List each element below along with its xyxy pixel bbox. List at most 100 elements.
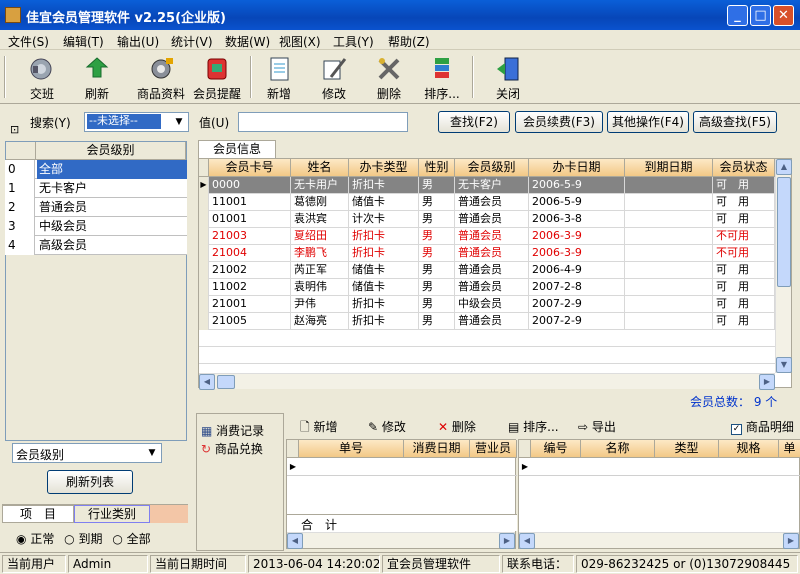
search-row: ⊡ 搜索(Y) --未选择-- ▼ 值(U) 查找(F2) 会员续费(F3) 其… (0, 105, 800, 139)
column-header[interactable]: 规格 (719, 440, 779, 458)
column-header[interactable]: 会员状态 (713, 159, 775, 177)
table-row[interactable]: 21003 夏绍田 折扣卡男普通会员 2006-3-9 不可用 (199, 228, 775, 245)
scroll-thumb[interactable] (217, 375, 235, 389)
menu-view[interactable]: 视图(X) (279, 33, 321, 50)
table-row[interactable]: 21005 赵海亮 折扣卡男普通会员 2007-2-9 可 用 (199, 313, 775, 330)
level-row[interactable]: 1 无卡客户 (5, 179, 187, 198)
chevron-down-icon[interactable]: ▼ (144, 445, 160, 461)
level-row[interactable]: 3 中级会员 (5, 217, 187, 236)
total-label: 合 计 (301, 518, 338, 532)
table-cell: 21005 (209, 313, 291, 330)
scroll-left-icon[interactable]: ◀ (287, 533, 303, 549)
find-button[interactable]: 查找(F2) (438, 111, 510, 133)
vertical-scrollbar[interactable]: ▲ ▼ (775, 159, 792, 373)
scroll-thumb[interactable] (777, 177, 791, 287)
reminder-button[interactable]: 会员提醒 (189, 53, 245, 101)
table-row[interactable]: 11002 袁明伟 储值卡男普通会员 2007-2-8 可 用 (199, 279, 775, 296)
horizontal-scrollbar[interactable]: ◀ ▶ (199, 373, 775, 390)
scroll-up-icon[interactable]: ▲ (776, 159, 792, 175)
column-header[interactable]: 名称 (581, 440, 655, 458)
table-cell: 21001 (209, 296, 291, 313)
scroll-down-icon[interactable]: ▼ (776, 357, 792, 373)
column-header[interactable]: 性别 (419, 159, 455, 177)
column-header[interactable]: 单号 (299, 440, 404, 458)
column-header[interactable]: 消费日期 (404, 440, 470, 458)
table-cell: 男 (419, 245, 455, 262)
menu-output[interactable]: 输出(U) (117, 33, 159, 50)
maximize-button[interactable]: □ (750, 5, 771, 26)
table-row[interactable]: 21002 芮正军 储值卡男普通会员 2006-4-9 可 用 (199, 262, 775, 279)
sub-export-button[interactable]: ⇨ 导出 (578, 418, 616, 435)
level-row[interactable]: 0 全部 (5, 160, 187, 179)
column-header[interactable]: 办卡类型 (349, 159, 419, 177)
detail-checkbox[interactable]: ✓ 商品明细 (731, 418, 794, 435)
menu-stats[interactable]: 统计(V) (171, 33, 213, 50)
tab-items[interactable]: 项 目 (2, 505, 74, 523)
column-header[interactable]: 姓名 (291, 159, 349, 177)
column-header[interactable]: 编号 (531, 440, 581, 458)
scroll-right-icon[interactable]: ▶ (759, 374, 775, 390)
close-window-button[interactable]: ✕ (773, 5, 794, 26)
menu-tools[interactable]: 工具(Y) (333, 33, 374, 50)
handover-button[interactable]: 交班 (18, 53, 66, 101)
delete-button[interactable]: 删除 (365, 53, 413, 101)
table-row[interactable]: ▶ 0000 无卡用户 折扣卡男无卡客户 2006-5-9 可 用 (199, 177, 775, 194)
other-ops-button[interactable]: 其他操作(F4) (607, 111, 689, 133)
menu-help[interactable]: 帮助(Z) (388, 33, 430, 50)
sub-edit-button[interactable]: ✎ 修改 (368, 418, 406, 435)
tab-exchange[interactable]: ↻ 商品兑换 (201, 440, 263, 457)
table-row[interactable]: 01001 袁洪宾 计次卡男普通会员 2006-3-8 可 用 (199, 211, 775, 228)
value-input[interactable] (238, 112, 408, 132)
chevron-down-icon[interactable]: ▼ (171, 114, 187, 130)
table-row[interactable]: 21004 李鹏飞 折扣卡男普通会员 2006-3-9 不可用 (199, 245, 775, 262)
scroll-left-icon[interactable]: ◀ (519, 533, 535, 549)
renew-button[interactable]: 会员续费(F3) (515, 111, 603, 133)
radio-all[interactable]: ○ (112, 532, 122, 546)
menu-edit[interactable]: 编辑(T) (63, 33, 104, 50)
level-filter-select[interactable]: 会员级别 ▼ (12, 443, 162, 463)
column-header[interactable]: 会员卡号 (209, 159, 291, 177)
new-button[interactable]: 新增 (255, 53, 303, 101)
sub-delete-button[interactable]: ✕ 删除 (438, 418, 476, 435)
table-cell: 男 (419, 279, 455, 296)
table-row[interactable]: 21001 尹伟 折扣卡男中级会员 2007-2-9 可 用 (199, 296, 775, 313)
column-header[interactable]: 办卡日期 (529, 159, 625, 177)
sub-sort-button[interactable]: ▤ 排序... (508, 418, 559, 435)
new-label: 新增 (266, 87, 291, 101)
radio-expired[interactable]: ○ (64, 532, 74, 546)
horizontal-scrollbar[interactable]: ◀ ▶ (287, 532, 515, 549)
column-header[interactable]: 到期日期 (625, 159, 713, 177)
scroll-left-icon[interactable]: ◀ (199, 374, 215, 390)
tab-member-info[interactable]: 会员信息 (198, 140, 276, 158)
menu-data[interactable]: 数据(W) (225, 33, 270, 50)
close-button[interactable]: 关闭 (484, 53, 532, 101)
tab-consumption[interactable]: ▦ 消费记录 (201, 422, 264, 439)
level-row[interactable]: 4 高级会员 (5, 236, 187, 255)
scroll-right-icon[interactable]: ▶ (499, 533, 515, 549)
advanced-find-button[interactable]: 高级查找(F5) (693, 111, 777, 133)
sort-button[interactable]: 排序... (418, 53, 466, 101)
column-header[interactable]: 营业员 (470, 440, 517, 458)
search-field-select[interactable]: --未选择-- ▼ (84, 112, 189, 132)
column-header[interactable]: 单 (779, 440, 800, 458)
refresh-button[interactable]: 刷新 (73, 53, 121, 101)
tab-industry[interactable]: 行业类别 (74, 505, 150, 523)
table-cell: 男 (419, 228, 455, 245)
horizontal-scrollbar[interactable]: ◀ ▶ (519, 532, 799, 549)
goods-button[interactable]: 商品资料 (133, 53, 189, 101)
table-cell: 计次卡 (349, 211, 419, 228)
search-field-value: --未选择-- (87, 114, 161, 129)
minimize-button[interactable]: _ (727, 5, 748, 26)
column-header[interactable]: 会员级别 (455, 159, 529, 177)
level-tabs: 项 目 行业类别 (2, 504, 188, 523)
toolbar-separator (472, 56, 474, 98)
menu-file[interactable]: 文件(S) (8, 33, 49, 50)
edit-button[interactable]: 修改 (310, 53, 358, 101)
radio-normal[interactable]: ◉ (16, 532, 26, 546)
column-header[interactable]: 类型 (655, 440, 719, 458)
scroll-right-icon[interactable]: ▶ (783, 533, 799, 549)
refresh-list-button[interactable]: 刷新列表 (47, 470, 133, 494)
table-row[interactable]: 11001 葛德刚 储值卡男普通会员 2006-5-9 可 用 (199, 194, 775, 211)
level-row[interactable]: 2 普通会员 (5, 198, 187, 217)
sub-new-button[interactable]: 🗋 新增 (300, 418, 338, 439)
